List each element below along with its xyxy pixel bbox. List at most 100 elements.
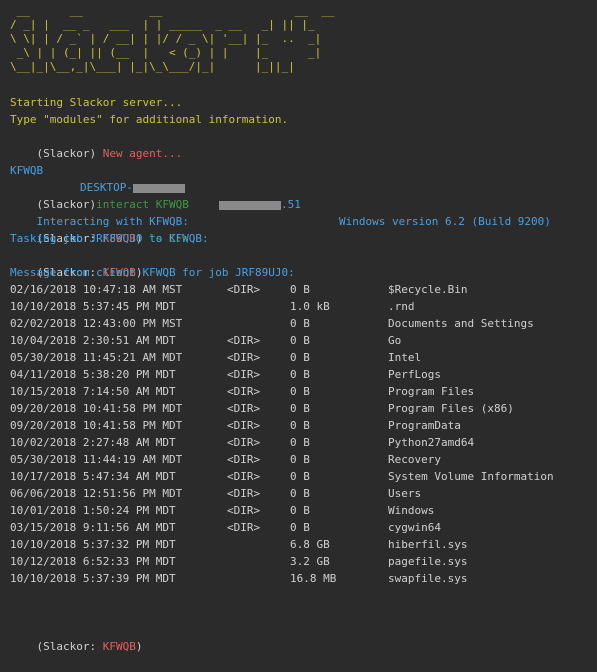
- listing-row: 09/20/2018 10:41:58 PM MDT <DIR> 0 B Progra…: [10, 400, 590, 417]
- listing-name: Windows: [388, 504, 435, 517]
- listing-row: 09/20/2018 10:41:58 PM MDT <DIR> 0 B Progra…: [10, 417, 590, 434]
- tasking-line: Tasking job JRF89UJ0 to KFWQB:: [10, 232, 209, 245]
- listing-row: 10/15/2018 7:14:50 AM MDT <DIR> 0 B Program…: [10, 383, 590, 400]
- listing-row: 10/10/2018 5:37:39 PM MDT 16.8 MB swapfile…: [10, 570, 590, 587]
- listing-dir-flag: <DIR>: [227, 487, 261, 500]
- listing-dir-flag: <DIR>: [227, 419, 261, 432]
- listing-date: 04/11/2018 5:38:20 PM MDT: [10, 368, 176, 381]
- agent-prompt-line: (Slackor: KFWQB): [36, 266, 143, 279]
- listing-dir-flag: <DIR>: [227, 470, 261, 483]
- listing-size: 16.8 MB: [290, 572, 337, 585]
- listing-row: 05/30/2018 11:44:19 AM MDT <DIR> 0 B Recove…: [10, 451, 590, 468]
- agent-id: KFWQB: [10, 164, 44, 177]
- listing-date: 02/02/2018 12:43:00 PM MST: [10, 317, 183, 330]
- listing-size: 0 B: [290, 283, 310, 296]
- listing-date: 05/30/2018 11:44:19 AM MDT: [10, 453, 183, 466]
- listing-size: 0 B: [290, 317, 310, 330]
- listing-name: pagefile.sys: [388, 555, 468, 568]
- listing-size: 0 B: [290, 351, 310, 364]
- slackor-ascii-banner: __ __ __ __ __ / _| | __ _ ___ | | _____…: [10, 4, 335, 73]
- listing-row: 10/02/2018 2:27:48 AM MDT <DIR> 0 B Python2…: [10, 434, 590, 451]
- listing-size: 0 B: [290, 436, 310, 449]
- listing-row: 06/06/2018 12:51:56 PM MDT <DIR> 0 B Users: [10, 485, 590, 502]
- listing-row: 10/04/2018 2:30:51 AM MDT <DIR> 0 B Go: [10, 332, 590, 349]
- listing-dir-flag: <DIR>: [227, 402, 261, 415]
- interact-command-line: (Slackor)interact KFWQB: [36, 198, 189, 211]
- listing-date: 09/20/2018 10:41:58 PM MDT: [10, 402, 183, 415]
- listing-size: 0 B: [290, 470, 310, 483]
- modules-hint-line: Type "modules" for additional informatio…: [10, 113, 289, 126]
- listing-date: 09/20/2018 10:41:58 PM MDT: [10, 419, 183, 432]
- listing-row: 10/10/2018 5:37:32 PM MDT 6.8 GB hiberfil.…: [10, 536, 590, 553]
- listing-row: 05/30/2018 11:45:21 AM MDT <DIR> 0 B Intel: [10, 349, 590, 366]
- listing-name: swapfile.sys: [388, 572, 468, 585]
- listing-size: 6.8 GB: [290, 538, 330, 551]
- listing-dir-flag: <DIR>: [227, 504, 261, 517]
- listing-date: 10/12/2018 6:52:33 PM MDT: [10, 555, 176, 568]
- agent-os: Windows version 6.2 (Build 9200): [339, 215, 551, 228]
- listing-date: 10/01/2018 1:50:24 PM MDT: [10, 504, 176, 517]
- listing-row: 02/02/2018 12:43:00 PM MST 0 B Documents a…: [10, 315, 590, 332]
- ls-command-line: (Slackor: KFWQB) ls C:\: [36, 232, 189, 245]
- listing-dir-flag: <DIR>: [227, 334, 261, 347]
- listing-date: 05/30/2018 11:45:21 AM MDT: [10, 351, 183, 364]
- listing-size: 0 B: [290, 385, 310, 398]
- listing-date: 10/10/2018 5:37:39 PM MDT: [10, 572, 176, 585]
- listing-name: PerfLogs: [388, 368, 441, 381]
- listing-date: 10/04/2018 2:30:51 AM MDT: [10, 334, 176, 347]
- listing-date: 10/10/2018 5:37:32 PM MDT: [10, 538, 176, 551]
- listing-name: Documents and Settings: [388, 317, 534, 330]
- interacting-line: Interacting with KFWQB:: [36, 215, 189, 228]
- listing-name: Users: [388, 487, 422, 500]
- listing-size: 0 B: [290, 419, 310, 432]
- listing-row: 03/15/2018 9:11:56 AM MDT <DIR> 0 B cygwin6…: [10, 519, 590, 536]
- listing-row: 10/12/2018 6:52:33 PM MDT 3.2 GB pagefile.…: [10, 553, 590, 570]
- listing-date: 02/16/2018 10:47:18 AM MST: [10, 283, 183, 296]
- listing-row: 04/11/2018 5:38:20 PM MDT <DIR> 0 B PerfLog…: [10, 366, 590, 383]
- message-line: Message from client KFWQB for job JRF89U…: [10, 266, 295, 279]
- listing-date: 06/06/2018 12:51:56 PM MDT: [10, 487, 183, 500]
- listing-name: Go: [388, 334, 402, 347]
- listing-name: System Volume Information: [388, 470, 554, 483]
- terminal-window[interactable]: __ __ __ __ __ / _| | __ _ ___ | | _____…: [0, 0, 597, 653]
- listing-size: 0 B: [290, 487, 310, 500]
- agent-info-line: KFWQB DESKTOP- .51 Windows version 6.2 (…: [10, 145, 590, 228]
- listing-name: Python27amd64: [388, 436, 475, 449]
- listing-size: 0 B: [290, 504, 310, 517]
- listing-name: Intel: [388, 351, 422, 364]
- listing-name: cygwin64: [388, 521, 441, 534]
- listing-date: 10/15/2018 7:14:50 AM MDT: [10, 385, 176, 398]
- new-agent-line: (Slackor) New agent...: [10, 128, 183, 160]
- listing-row: 10/10/2018 5:37:45 PM MDT 1.0 kB .rnd: [10, 298, 590, 315]
- server-starting-line: Starting Slackor server...: [10, 96, 183, 109]
- listing-date: 03/15/2018 9:11:56 AM MDT: [10, 521, 176, 534]
- listing-dir-flag: <DIR>: [227, 283, 261, 296]
- agent-ip: .51: [219, 196, 301, 213]
- listing-dir-flag: <DIR>: [227, 453, 261, 466]
- listing-dir-flag: <DIR>: [227, 521, 261, 534]
- listing-date: 10/02/2018 2:27:48 AM MDT: [10, 436, 176, 449]
- listing-name: Program Files (x86): [388, 402, 514, 415]
- listing-name: ProgramData: [388, 419, 461, 432]
- listing-date: 10/10/2018 5:37:45 PM MDT: [10, 300, 176, 313]
- listing-size: 0 B: [290, 453, 310, 466]
- listing-row: 10/01/2018 1:50:24 PM MDT <DIR> 0 B Windows: [10, 502, 590, 519]
- listing-row: 10/17/2018 5:47:34 AM MDT <DIR> 0 B System …: [10, 468, 590, 485]
- listing-size: 1.0 kB: [290, 300, 330, 313]
- listing-name: Program Files: [388, 385, 475, 398]
- listing-dir-flag: <DIR>: [227, 436, 261, 449]
- listing-row: 02/16/2018 10:47:18 AM MST <DIR> 0 B $Recyc…: [10, 281, 590, 298]
- listing-dir-flag: <DIR>: [227, 351, 261, 364]
- listing-size: 0 B: [290, 334, 310, 347]
- listing-name: hiberfil.sys: [388, 538, 468, 551]
- listing-size: 0 B: [290, 521, 310, 534]
- listing-size: 0 B: [290, 402, 310, 415]
- listing-name: Recovery: [388, 453, 441, 466]
- listing-date: 10/17/2018 5:47:34 AM MDT: [10, 470, 176, 483]
- listing-name: $Recycle.Bin: [388, 283, 468, 296]
- listing-name: .rnd: [388, 300, 415, 313]
- final-prompt-line[interactable]: (Slackor: KFWQB): [10, 621, 143, 653]
- listing-dir-flag: <DIR>: [227, 385, 261, 398]
- redacted-ip: [219, 200, 281, 210]
- listing-dir-flag: <DIR>: [227, 368, 261, 381]
